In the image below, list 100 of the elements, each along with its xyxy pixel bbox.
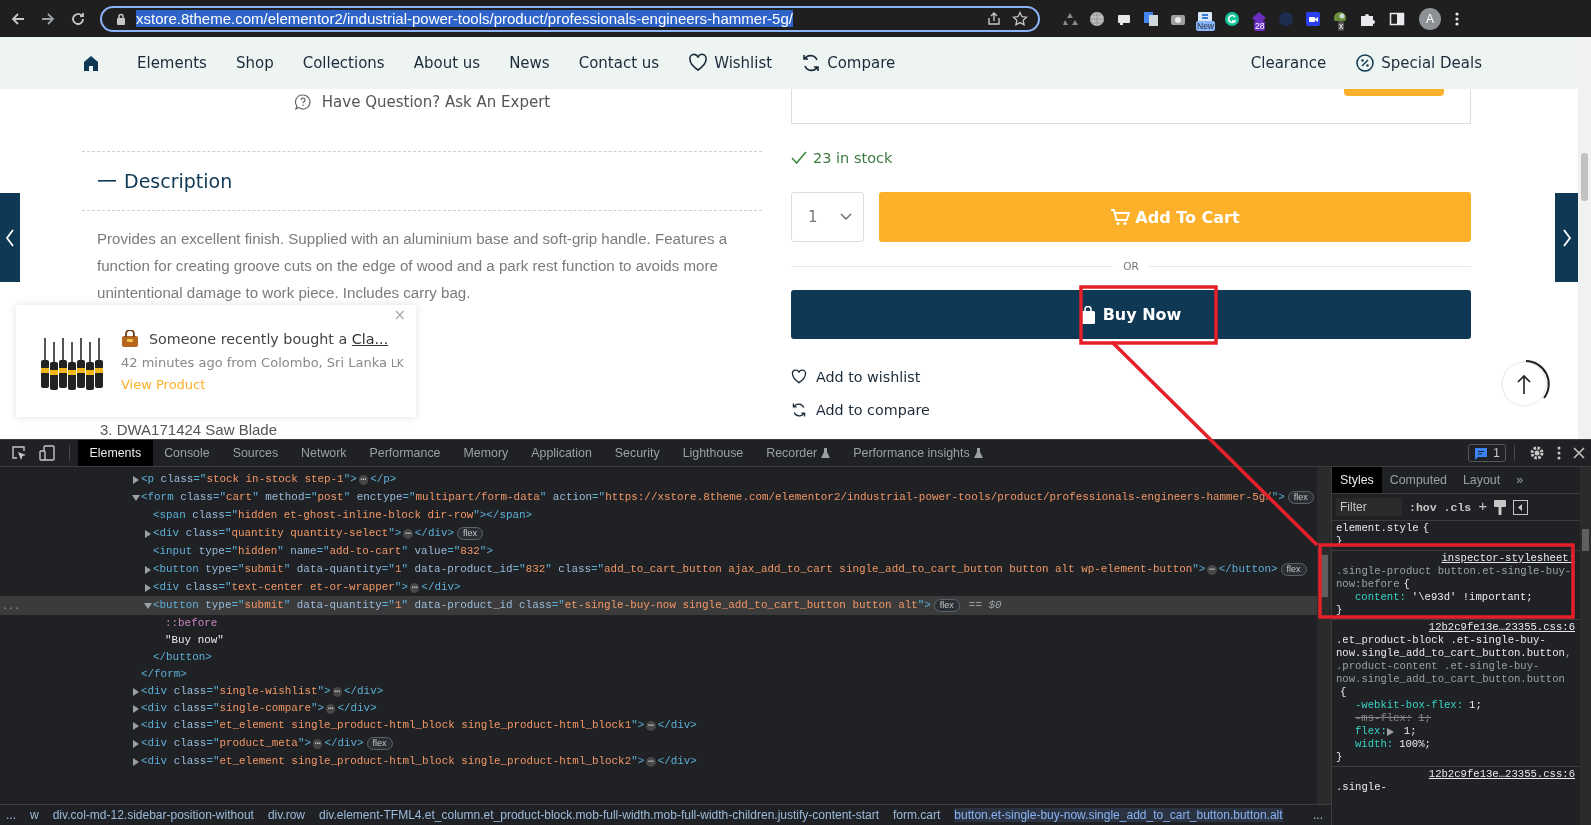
address-bar[interactable]: xstore.8theme.com/elementor2/industrial-power-tools/product/professionals-engineers-hammer-5g/ (100, 5, 1040, 32)
breadcrumb-item[interactable]: w (30, 808, 39, 822)
expand-arrow-icon[interactable] (132, 739, 140, 748)
product-link[interactable]: Cla... (351, 331, 389, 347)
collapsed-content-button[interactable]: ⋯ (409, 582, 420, 593)
sidebar-icon[interactable] (1389, 10, 1405, 27)
breadcrumb-item[interactable]: button.et-single-buy-now.single_add_to_cart_button.button.alt (954, 808, 1283, 822)
hover-state-button[interactable]: :hov (1409, 500, 1437, 514)
collapsed-content-button[interactable]: ⋯ (646, 756, 656, 767)
flex-badge[interactable]: flex (933, 599, 960, 612)
code-text: <div class="quantity quantity-select"> (153, 526, 402, 541)
flex-badge[interactable]: flex (1287, 491, 1314, 504)
collapsed-content-button[interactable]: ⋯ (332, 686, 342, 697)
grammar-icon[interactable] (1224, 10, 1240, 27)
expand-arrow-icon[interactable] (132, 757, 140, 766)
ask-expert-link[interactable]: Have Question? Ask An Expert (293, 93, 551, 111)
nav-link[interactable]: News (509, 54, 550, 72)
compare-link[interactable]: Add to compare (791, 401, 930, 419)
sidebar-tab[interactable]: Layout (1454, 467, 1509, 493)
nav-link[interactable]: Clearance (1250, 54, 1327, 72)
buy-now-button[interactable]: Buy Now (791, 290, 1471, 339)
expand-arrow-icon[interactable] (144, 565, 152, 574)
device-toolbar-icon[interactable] (39, 445, 55, 461)
panel-tab[interactable]: Application (531, 446, 592, 460)
nav-link[interactable]: About us (413, 54, 481, 72)
back-icon[interactable] (10, 10, 26, 27)
selected-row[interactable]: ... <button type="submit" data-quantity="1" data-product_id class="et-single-buy-now single_add_to_cart_button button alt"> flex == $0 (0, 596, 1317, 615)
panel-tab[interactable]: Recorder (766, 446, 818, 460)
expand-arrow-icon[interactable] (132, 721, 140, 730)
breadcrumb-item[interactable]: ... (6, 808, 16, 822)
nav-link[interactable]: Special Deals (1355, 53, 1482, 73)
panel-tab[interactable]: Performance insights (853, 446, 970, 460)
sidebar-tab[interactable]: Styles (1332, 467, 1382, 493)
section-heading[interactable]: Description (124, 170, 233, 192)
filter-field[interactable]: Filter (1336, 498, 1402, 516)
expand-arrow-icon[interactable] (132, 475, 140, 484)
home-icon[interactable] (82, 54, 100, 72)
stylesheet-link[interactable]: 12b2c9fe13e…23355.css:6 (1428, 768, 1575, 781)
panel-tab[interactable]: Network (301, 446, 347, 460)
collapse-arrow-icon[interactable] (144, 601, 152, 610)
flex-badge[interactable]: flex (1280, 563, 1307, 576)
expand-arrow-icon[interactable] (132, 687, 140, 696)
collapsed-content-button[interactable]: ⋯ (403, 528, 413, 539)
nav-link[interactable]: Wishlist (688, 53, 773, 73)
previous-button[interactable] (0, 193, 20, 282)
settings-icon[interactable] (1529, 445, 1545, 461)
row-menu[interactable]: ... (2, 598, 20, 615)
breadcrumb-item[interactable]: form.cart (893, 808, 941, 822)
panel-tab[interactable]: Lighthouse (682, 446, 744, 460)
nav-link[interactable]: Contact us (578, 54, 660, 72)
video-icon[interactable] (1305, 10, 1321, 27)
breadcrumb-item[interactable]: ... (1313, 808, 1323, 822)
sidebar-tab[interactable]: Computed (1381, 467, 1455, 493)
nav-link[interactable]: Shop (235, 54, 274, 72)
breadcrumb-item[interactable]: div.element-TFML4.et_column.et_product-block.mob-full-width.mob-full-width-children.justify-content-start (319, 808, 879, 822)
globe-icon[interactable] (1089, 10, 1105, 27)
collapsed-content-button[interactable]: ⋯ (1207, 564, 1217, 575)
scroll-top-button[interactable] (1500, 358, 1552, 410)
wishlist-link[interactable]: Add to wishlist (791, 368, 921, 386)
more-tabs-button[interactable]: » (1508, 467, 1532, 493)
inspect-icon[interactable] (11, 445, 27, 461)
collapsed-content-button[interactable]: ⋯ (326, 703, 336, 714)
menu-icon[interactable] (1455, 10, 1459, 27)
code-text: ::before (165, 616, 218, 631)
breadcrumb-item[interactable]: div.row (267, 808, 305, 822)
collapsed-content-button[interactable]: ⋯ (646, 720, 656, 731)
panel-tab[interactable]: Sources (232, 446, 279, 460)
reload-icon[interactable] (70, 10, 86, 27)
panel-tab[interactable]: Performance (369, 446, 441, 460)
expand-arrow-icon[interactable] (144, 583, 152, 592)
nav-link[interactable]: Collections (302, 54, 385, 72)
breadcrumb-item[interactable]: div.col-md-12.sidebar-position-without (52, 808, 254, 822)
collapsed-content-button[interactable]: ⋯ (358, 474, 369, 485)
star-icon[interactable] (1012, 10, 1028, 27)
more-icon[interactable] (1557, 445, 1561, 461)
expand-arrow-icon[interactable] (132, 704, 140, 713)
panel-tab[interactable]: Console (164, 446, 210, 460)
sidebar-toggle-icon[interactable] (1513, 499, 1529, 515)
new-rule-button[interactable]: + (1478, 498, 1488, 516)
translate-icon[interactable] (1143, 10, 1159, 27)
class-button[interactable]: .cls (1443, 500, 1472, 514)
forward-icon[interactable] (40, 10, 56, 27)
news-icon[interactable] (1197, 10, 1213, 21)
quantity-select[interactable]: 1 (791, 192, 864, 242)
stylesheet-link[interactable]: 12b2c9fe13e…23355.css:6 (1428, 621, 1575, 634)
flex-badge[interactable]: flex (366, 737, 393, 750)
collapsed-content-button[interactable]: ⋯ (312, 738, 323, 749)
close-icon[interactable] (1573, 447, 1585, 459)
collapse-icon[interactable] (98, 179, 116, 183)
expand-arrow-icon[interactable] (144, 529, 152, 538)
expand-arrow-icon[interactable] (1386, 727, 1394, 736)
collapse-arrow-icon[interactable] (132, 493, 140, 502)
nav-link[interactable]: Elements (137, 54, 207, 72)
issues-button[interactable]: 1 (1468, 444, 1506, 462)
paint-icon[interactable] (1494, 499, 1507, 515)
panel-tab[interactable]: Security (614, 446, 660, 460)
panel-tab[interactable]: Memory (463, 446, 509, 460)
nav-link[interactable]: Compare (801, 53, 896, 73)
share-icon[interactable] (986, 10, 1002, 27)
flex-badge[interactable]: flex (457, 527, 484, 540)
